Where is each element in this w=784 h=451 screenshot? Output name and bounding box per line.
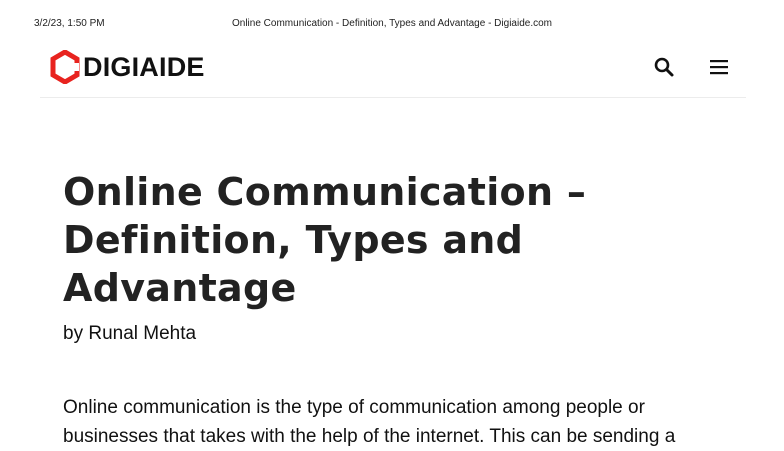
byline-prefix: by: [63, 323, 84, 344]
hamburger-menu-icon: [710, 60, 728, 75]
author-link[interactable]: Runal Mehta: [88, 323, 196, 344]
search-button[interactable]: [652, 55, 676, 79]
article-title: Online Communication – Definition, Types…: [63, 170, 587, 310]
hexagon-logo-icon: [50, 50, 80, 84]
search-icon: [654, 57, 674, 77]
site-header: DIGIAIDE: [40, 44, 746, 98]
byline: by Runal Mehta: [63, 323, 196, 345]
logo-text: DIGIAIDE: [83, 52, 205, 82]
site-logo[interactable]: DIGIAIDE: [50, 50, 205, 84]
print-header: 3/2/23, 1:50 PM Online Communication - D…: [0, 18, 784, 32]
menu-button[interactable]: [707, 55, 731, 79]
article-intro: Online communication is the type of comm…: [63, 397, 676, 447]
print-page-title: Online Communication - Definition, Types…: [232, 18, 552, 29]
